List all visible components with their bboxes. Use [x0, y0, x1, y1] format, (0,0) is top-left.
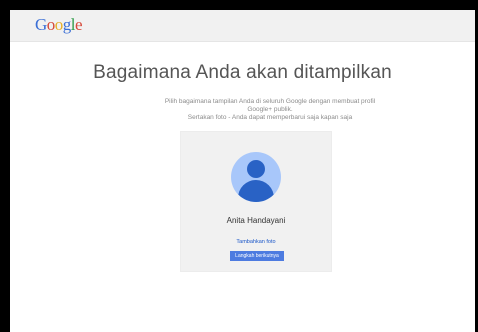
logo-letter: e	[75, 15, 83, 34]
logo-letter: o	[46, 15, 56, 34]
page-title: Bagaimana Anda akan ditampilkan	[93, 62, 392, 83]
google-logo[interactable]: Google	[35, 15, 83, 34]
add-photo-link[interactable]: Tambahkan foto	[181, 239, 331, 245]
browser-page: Google Bagaimana Anda akan ditampilkan P…	[10, 10, 475, 332]
top-bar: Google	[10, 10, 475, 42]
next-step-button[interactable]: Langkah berikutnya	[230, 251, 284, 261]
avatar-head	[247, 160, 265, 178]
avatar-icon	[231, 152, 281, 202]
description-line-3: Sertakan foto - Anda dapat memperbarui s…	[187, 114, 353, 121]
description-line-1: Pilih bagaimana tampilan Anda di seluruh…	[164, 98, 376, 105]
avatar-body	[238, 180, 274, 202]
logo-letter: G	[35, 15, 47, 34]
description-line-2: Google+ publik.	[247, 106, 293, 113]
page-description: Pilih bagaimana tampilan Anda di seluruh…	[155, 98, 385, 122]
profile-card: Anita Handayani Tambahkan foto Langkah b…	[180, 131, 332, 272]
logo-letter: g	[62, 15, 72, 34]
profile-name: Anita Handayani	[226, 216, 286, 225]
logo-letter: o	[54, 15, 64, 34]
